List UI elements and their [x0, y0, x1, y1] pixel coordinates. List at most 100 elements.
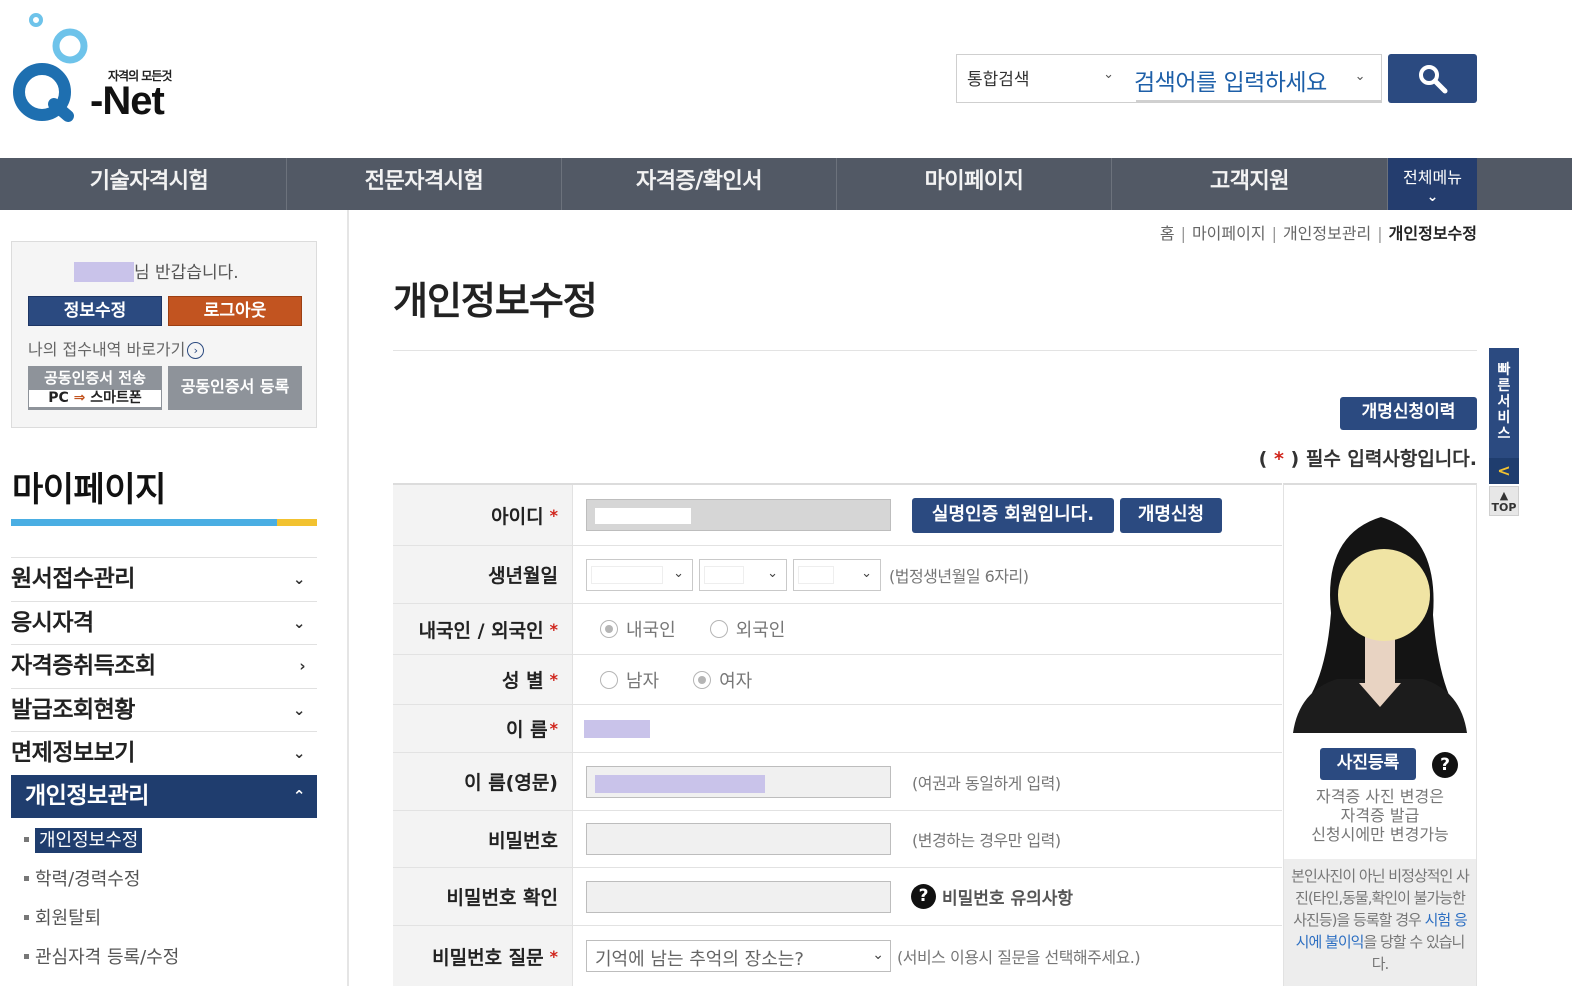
photo-warning-text: 을 당할 수 있습니다.	[1363, 933, 1465, 973]
rename-history-button[interactable]: 개명신청이력	[1340, 397, 1477, 430]
login-info-box: 님 반갑습니다. 정보수정 로그아웃 나의 접수내역 바로가기 › 공동인증서 전…	[11, 241, 317, 428]
search-input[interactable]: 검색어를 입력하세요 ⌄	[1128, 54, 1382, 103]
gnb-item-certificate[interactable]: 자격증/확인서	[562, 158, 837, 210]
label-text: 비밀번호 질문	[432, 946, 544, 969]
arrow-right-icon: ⇒	[73, 390, 86, 406]
radio-label: 남자	[626, 670, 660, 692]
profile-photo	[1293, 495, 1467, 733]
radio-female[interactable]: 여자	[693, 667, 752, 693]
all-menu-button[interactable]: 전체메뉴 ⌄	[1388, 158, 1477, 210]
edit-info-button[interactable]: 정보수정	[28, 296, 162, 326]
sidebar-item-label: 개인정보관리	[25, 782, 149, 809]
row-name-en: 이 름(영문) (여권과 동일하게 입력)	[393, 753, 1282, 811]
gnb-item-professional-exam[interactable]: 전문자격시험	[287, 158, 562, 210]
row-nationality: 내국인 / 외국인 * 내국인 외국인	[393, 604, 1282, 655]
chevron-down-icon: ⌄	[1426, 189, 1439, 205]
greeting: 님 반갑습니다.	[74, 258, 239, 283]
photo-register-button[interactable]: 사진등록	[1320, 748, 1416, 780]
birth-month-select[interactable]: ⌄	[699, 558, 787, 591]
receipt-link-label: 나의 접수내역 바로가기	[28, 340, 186, 359]
qnet-logo[interactable]: 자격의 모든것 -Net	[10, 12, 180, 124]
submenu-item-education[interactable]: 학력/경력수정	[24, 865, 179, 904]
label-password-confirm: 비밀번호 확인	[393, 868, 573, 925]
chevron-left-icon[interactable]: <	[1489, 458, 1519, 484]
real-name-verified-button[interactable]: 실명인증 회원입니다.	[912, 497, 1114, 533]
top-label: TOP	[1491, 501, 1517, 514]
control-name	[584, 705, 650, 752]
chevron-down-icon: ⌄	[1103, 67, 1114, 82]
sidebar-item-application[interactable]: 원서접수관리 ⌄	[11, 557, 317, 601]
select-value-redacted	[704, 565, 744, 584]
required-mark: *	[549, 719, 558, 738]
control-id: 실명인증 회원입니다. 개명신청	[586, 485, 1222, 545]
radio-korean[interactable]: 내국인	[600, 616, 676, 642]
password-caution-link[interactable]: 비밀번호 유의사항	[942, 884, 1073, 909]
name-en-input[interactable]	[586, 765, 891, 798]
label-name: 이 름 *	[393, 705, 573, 752]
search-underline	[1136, 100, 1381, 102]
password-input[interactable]	[586, 823, 891, 855]
sidebar-item-personal-info[interactable]: 개인정보관리 ⌃	[11, 774, 317, 818]
cert-transfer-button[interactable]: 공동인증서 전송 PC ⇒ 스마트폰	[28, 366, 162, 410]
submenu-item-withdraw[interactable]: 회원탈퇴	[24, 904, 179, 943]
submenu-item-interests[interactable]: 관심자격 등록/수정	[24, 943, 179, 982]
logout-button[interactable]: 로그아웃	[168, 296, 302, 326]
search-button[interactable]	[1388, 54, 1477, 103]
chevron-down-icon: ⌄	[673, 565, 684, 581]
breadcrumb-personal-info[interactable]: 개인정보관리	[1283, 224, 1371, 243]
label-id: 아이디 *	[393, 485, 573, 545]
search-placeholder: 검색어를 입력하세요	[1134, 70, 1327, 96]
sidebar-item-issue-status[interactable]: 발급조회현황 ⌄	[11, 687, 317, 732]
cert-register-button[interactable]: 공동인증서 등록	[168, 366, 302, 410]
row-password: 비밀번호 (변경하는 경우만 입력)	[393, 811, 1282, 868]
logo-wordmark: -Net	[90, 79, 165, 123]
required-note-text: ) 필수 입력사항입니다.	[1283, 448, 1477, 470]
sidebar-item-eligibility[interactable]: 응시자격 ⌄	[11, 600, 317, 645]
radio-button	[600, 670, 618, 689]
id-value-redacted	[595, 508, 691, 524]
name-value-redacted	[584, 719, 650, 738]
sidebar-divider	[347, 210, 349, 986]
submenu-item-edit-info[interactable]: 개인정보수정	[24, 826, 179, 865]
password-question-hint: (서비스 이용시 질문을 선택해주세요.)	[897, 948, 1141, 967]
receipt-history-link[interactable]: 나의 접수내역 바로가기 ›	[28, 336, 205, 360]
breadcrumb-mypage[interactable]: 마이페이지	[1192, 224, 1266, 243]
gnb-item-support[interactable]: 고객지원	[1112, 158, 1388, 210]
sidebar-item-exemption[interactable]: 면제정보보기 ⌄	[11, 731, 317, 775]
chevron-down-icon: ⌄	[292, 570, 306, 588]
gnb-item-technical-exam[interactable]: 기술자격시험	[12, 158, 287, 210]
submenu-label: 회원탈퇴	[35, 908, 102, 929]
birth-year-select[interactable]: ⌄	[586, 558, 693, 591]
password-question-select[interactable]: 기억에 남는 추억의 장소는? ⌄	[586, 940, 891, 972]
radio-male[interactable]: 남자	[600, 667, 659, 693]
breadcrumb: 홈 | 마이페이지 | 개인정보관리 | 개인정보수정	[1160, 220, 1477, 244]
help-icon[interactable]: ?	[1432, 752, 1458, 778]
row-gender: 성 별 * 남자 여자	[393, 655, 1282, 705]
search-scope-select[interactable]: 통합검색 ⌄	[956, 54, 1128, 103]
help-icon[interactable]: ?	[911, 884, 936, 909]
password-confirm-input[interactable]	[586, 880, 891, 913]
breadcrumb-home[interactable]: 홈	[1160, 224, 1175, 243]
row-password-confirm: 비밀번호 확인 ? 비밀번호 유의사항	[393, 868, 1282, 926]
rename-request-button[interactable]: 개명신청	[1120, 497, 1222, 533]
label-password: 비밀번호	[393, 811, 573, 867]
label-password-question: 비밀번호 질문 *	[393, 926, 573, 986]
personal-info-form: 아이디 * 실명인증 회원입니다. 개명신청 생년월일 ⌄ ⌄ ⌄ (법정생년월일…	[393, 483, 1282, 986]
sidebar-item-label: 면제정보보기	[11, 740, 135, 766]
global-nav: 기술자격시험 전문자격시험 자격증/확인서 마이페이지 고객지원 전체메뉴 ⌄	[0, 158, 1572, 210]
radio-foreigner[interactable]: 외국인	[709, 616, 785, 642]
sidebar-title-bar	[11, 519, 317, 526]
chevron-down-icon: ⌄	[292, 613, 306, 632]
quick-service-tab[interactable]: 빠른서비스	[1489, 348, 1519, 458]
breadcrumb-sep: |	[1271, 224, 1277, 243]
scroll-top-button[interactable]: ▲ TOP	[1489, 486, 1519, 516]
submenu-label: 관심자격 등록/수정	[35, 947, 180, 968]
birth-day-select[interactable]: ⌄	[793, 558, 881, 591]
sidebar-title: 마이페이지	[12, 470, 166, 510]
gnb-item-mypage[interactable]: 마이페이지	[837, 158, 1112, 210]
photo-note-line: 신청시에만 변경가능	[1311, 825, 1449, 844]
required-note: ( * ) 필수 입력사항입니다.	[1259, 444, 1477, 471]
sidebar-item-license-lookup[interactable]: 자격증취득조회 ›	[11, 644, 317, 688]
search-scope-label: 통합검색	[967, 70, 1030, 90]
profile-photo-image	[1293, 495, 1467, 733]
